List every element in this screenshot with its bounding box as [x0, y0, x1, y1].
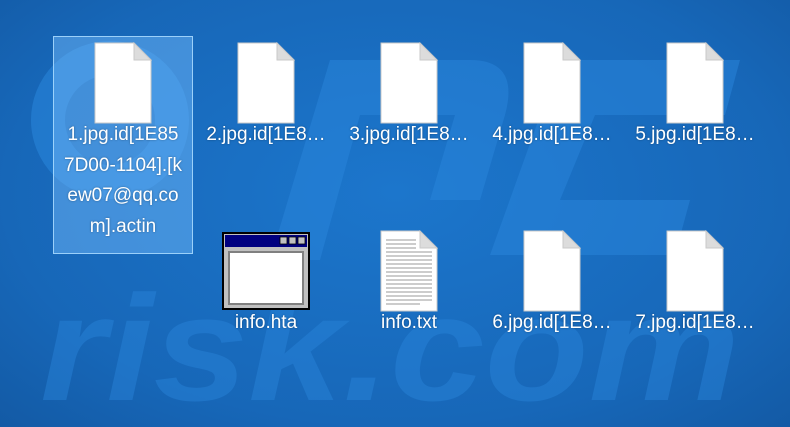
file-item-2[interactable]: 2.jpg.id[1E8…	[196, 36, 336, 145]
blank-file-icon	[666, 230, 724, 312]
blank-file-icon	[523, 42, 581, 124]
file-label: 5.jpg.id[1E8…	[635, 124, 755, 145]
file-item-7[interactable]: 7.jpg.id[1E8…	[625, 224, 765, 333]
blank-file-icon	[380, 42, 438, 124]
file-label: 4.jpg.id[1E8…	[492, 124, 612, 145]
file-label: 1.jpg.id[1E857D00-1104].[kew07@qq.com].a…	[64, 124, 182, 237]
file-label: 6.jpg.id[1E8…	[492, 312, 612, 333]
file-label: 3.jpg.id[1E8…	[349, 124, 469, 145]
blank-file-icon	[237, 42, 295, 124]
file-item-info-hta[interactable]: info.hta	[196, 224, 336, 333]
file-item-6[interactable]: 6.jpg.id[1E8…	[482, 224, 622, 333]
file-label: info.txt	[381, 312, 437, 333]
desktop: risk.com 1.jpg.id[1E857D00-1104].[kew07@…	[0, 0, 790, 427]
file-label: info.hta	[234, 312, 298, 333]
blank-file-icon	[94, 42, 152, 124]
file-item-5[interactable]: 5.jpg.id[1E8…	[625, 36, 765, 145]
hta-window-icon	[222, 232, 310, 310]
file-item-4[interactable]: 4.jpg.id[1E8…	[482, 36, 622, 145]
file-item-info-txt[interactable]: info.txt	[339, 224, 479, 333]
file-item-1[interactable]: 1.jpg.id[1E857D00-1104].[kew07@qq.com].a…	[53, 36, 193, 254]
blank-file-icon	[523, 230, 581, 312]
text-file-icon	[380, 230, 438, 312]
file-label: 2.jpg.id[1E8…	[206, 124, 326, 145]
file-item-3[interactable]: 3.jpg.id[1E8…	[339, 36, 479, 145]
blank-file-icon	[666, 42, 724, 124]
file-label: 7.jpg.id[1E8…	[635, 312, 755, 333]
